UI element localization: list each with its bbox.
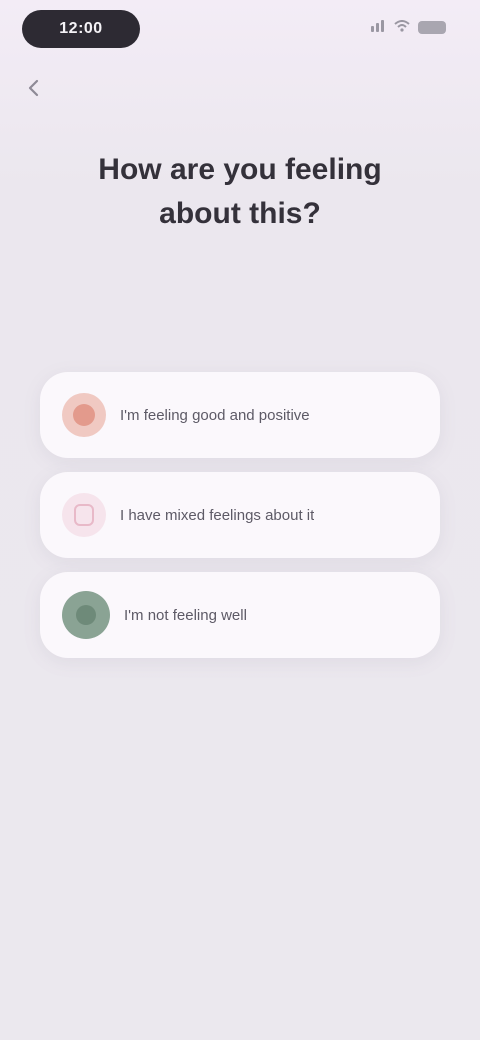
page-title: How are you feeling about this? [30,148,450,236]
option-label: I'm feeling good and positive [120,406,310,424]
back-arrow-icon[interactable] [22,76,46,100]
heart-icon [62,393,106,437]
battery-icon [418,21,446,34]
status-time: 12:00 [22,10,140,48]
feeling-options: I'm feeling good and positive I have mix… [40,372,440,672]
page-title-line-2: about this? [159,197,321,230]
option-label: I have mixed feelings about it [120,506,315,524]
wifi-icon [394,20,410,35]
note-icon [62,493,106,537]
option-not-well[interactable]: I'm not feeling well [40,572,440,658]
option-mixed-feelings[interactable]: I have mixed feelings about it [40,472,440,558]
option-label: I'm not feeling well [124,606,247,624]
status-bar: 12:00 [0,0,480,60]
page-title-line-1: How are you feeling [98,153,382,186]
status-icons [371,20,446,35]
signal-icon [371,20,386,35]
leaf-icon [62,591,110,639]
option-feeling-good[interactable]: I'm feeling good and positive [40,372,440,458]
